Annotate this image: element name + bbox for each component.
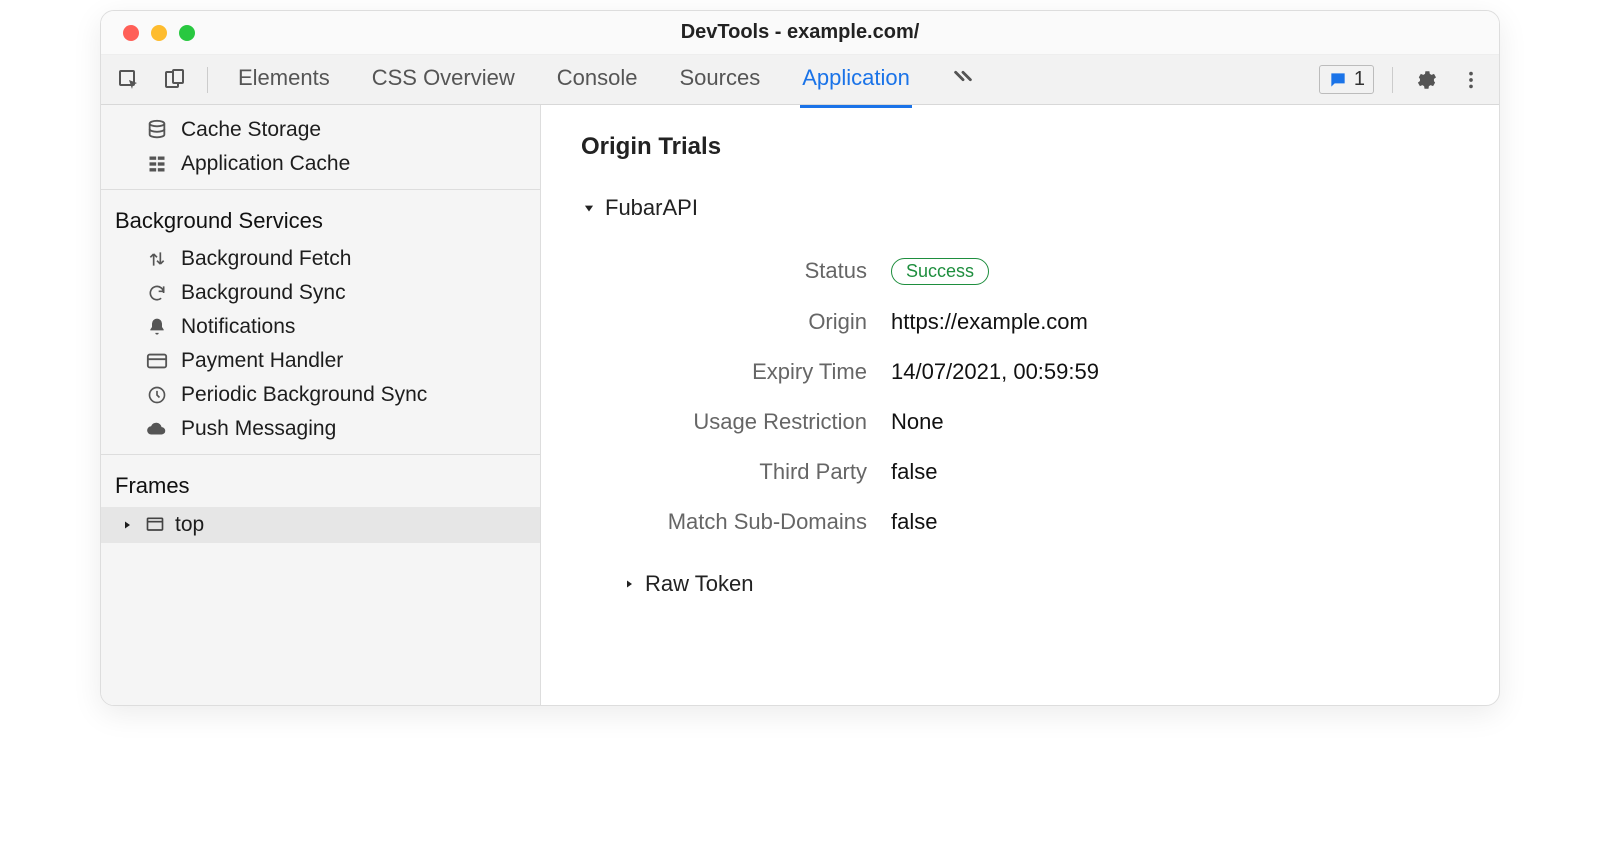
database-icon (145, 119, 169, 141)
label-status: Status (621, 258, 891, 284)
sidebar-item-label: Notifications (181, 315, 295, 339)
frames-group: Frames top (101, 455, 540, 705)
status-badge: Success (891, 258, 989, 285)
toolbar-divider (207, 67, 208, 93)
titlebar: DevTools - example.com/ (101, 11, 1499, 55)
background-services-group: Background Services Background Fetch Bac… (101, 190, 540, 455)
frame-label: top (175, 513, 204, 537)
sidebar-item-application-cache[interactable]: Application Cache (101, 147, 540, 181)
sidebar-item-payment-handler[interactable]: Payment Handler (101, 344, 540, 378)
row-usage: Usage Restriction None (621, 397, 1459, 447)
more-tabs-icon[interactable] (950, 55, 976, 105)
traffic-lights (101, 25, 195, 41)
tab-elements[interactable]: Elements (236, 55, 332, 105)
grid-icon (145, 154, 169, 174)
updown-arrows-icon (145, 249, 169, 269)
chevron-right-icon[interactable] (119, 517, 135, 533)
sidebar-item-periodic-sync[interactable]: Periodic Background Sync (101, 378, 540, 412)
main-toolbar: Elements CSS Overview Console Sources Ap… (101, 55, 1499, 105)
label-expiry: Expiry Time (621, 359, 891, 385)
row-expiry: Expiry Time 14/07/2021, 00:59:59 (621, 347, 1459, 397)
value-third-party: false (891, 459, 937, 485)
cloud-icon (145, 418, 169, 440)
sidebar-item-label: Push Messaging (181, 417, 336, 441)
sidebar-item-label: Application Cache (181, 152, 350, 176)
sidebar-heading: Background Services (101, 198, 540, 242)
raw-token-label: Raw Token (645, 571, 753, 597)
panel-body: Cache Storage Application Cache Backgrou… (101, 105, 1499, 705)
close-icon[interactable] (123, 25, 139, 41)
label-origin: Origin (621, 309, 891, 335)
window-title: DevTools - example.com/ (101, 21, 1499, 44)
trial-details: Status Success Origin https://example.co… (621, 245, 1459, 547)
credit-card-icon (145, 350, 169, 372)
issues-count: 1 (1354, 68, 1365, 91)
minimize-icon[interactable] (151, 25, 167, 41)
sidebar-item-push-messaging[interactable]: Push Messaging (101, 412, 540, 446)
trial-name: FubarAPI (605, 195, 698, 221)
label-subdomains: Match Sub-Domains (621, 509, 891, 535)
issues-badge[interactable]: 1 (1319, 65, 1374, 94)
row-status: Status Success (621, 245, 1459, 297)
trial-row[interactable]: FubarAPI (581, 191, 1459, 225)
sidebar-item-label: Cache Storage (181, 118, 321, 142)
chevron-down-icon[interactable] (581, 200, 597, 216)
row-origin: Origin https://example.com (621, 297, 1459, 347)
value-usage: None (891, 409, 944, 435)
maximize-icon[interactable] (179, 25, 195, 41)
tab-console[interactable]: Console (555, 55, 640, 105)
sync-icon (145, 283, 169, 303)
toolbar-divider (1392, 67, 1393, 93)
chevron-right-icon[interactable] (621, 576, 637, 592)
sidebar-item-cache-storage[interactable]: Cache Storage (101, 113, 540, 147)
sidebar-item-label: Periodic Background Sync (181, 383, 427, 407)
panel-tabs: Elements CSS Overview Console Sources Ap… (236, 55, 976, 105)
origin-trials-panel: Origin Trials FubarAPI Status Success Or… (541, 105, 1499, 705)
label-usage: Usage Restriction (621, 409, 891, 435)
frame-icon (145, 515, 165, 535)
inspect-element-icon[interactable] (115, 66, 143, 94)
value-expiry: 14/07/2021, 00:59:59 (891, 359, 1099, 385)
sidebar-item-label: Payment Handler (181, 349, 343, 373)
sidebar-item-label: Background Sync (181, 281, 346, 305)
sidebar-item-background-fetch[interactable]: Background Fetch (101, 242, 540, 276)
tab-application[interactable]: Application (800, 55, 912, 108)
frames-root[interactable]: top (101, 507, 540, 543)
raw-token-row[interactable]: Raw Token (621, 567, 1459, 601)
sidebar-heading: Frames (101, 463, 540, 507)
value-subdomains: false (891, 509, 937, 535)
device-toggle-icon[interactable] (161, 66, 189, 94)
sidebar-item-label: Background Fetch (181, 247, 351, 271)
gear-icon[interactable] (1411, 66, 1439, 94)
cache-group: Cache Storage Application Cache (101, 105, 540, 190)
clock-icon (145, 385, 169, 405)
row-third-party: Third Party false (621, 447, 1459, 497)
label-third-party: Third Party (621, 459, 891, 485)
more-menu-icon[interactable] (1457, 66, 1485, 94)
value-origin: https://example.com (891, 309, 1088, 335)
bell-icon (145, 317, 169, 337)
tab-css-overview[interactable]: CSS Overview (370, 55, 517, 105)
row-subdomains: Match Sub-Domains false (621, 497, 1459, 547)
application-sidebar: Cache Storage Application Cache Backgrou… (101, 105, 541, 705)
panel-heading: Origin Trials (581, 133, 1459, 161)
sidebar-item-notifications[interactable]: Notifications (101, 310, 540, 344)
devtools-window: DevTools - example.com/ Elements CSS Ove… (100, 10, 1500, 706)
tab-sources[interactable]: Sources (677, 55, 762, 105)
sidebar-item-background-sync[interactable]: Background Sync (101, 276, 540, 310)
